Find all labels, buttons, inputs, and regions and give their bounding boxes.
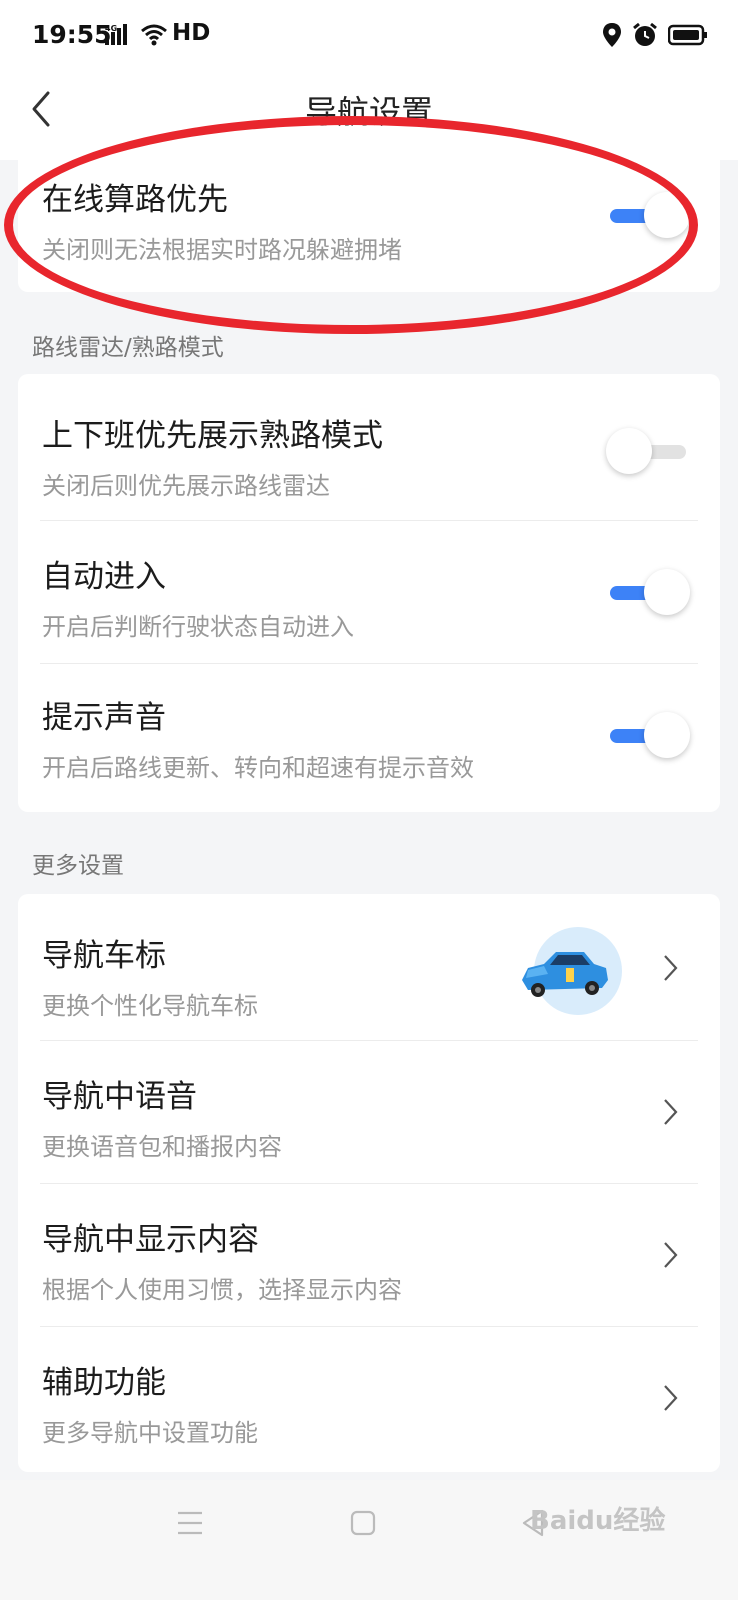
chevron-right-icon (664, 1099, 678, 1125)
nav-car-icon-subtitle: 更换个性化导航车标 (42, 992, 258, 1020)
online-route-row[interactable]: 在线算路优先 关闭则无法根据实时路况躲避拥堵 (18, 152, 720, 292)
network-type: 4G (105, 24, 117, 33)
signal-icon: 4G (105, 23, 131, 51)
radar-section-label: 路线雷达/熟路模式 (32, 335, 224, 361)
accessibility-subtitle: 更多导航中设置功能 (42, 1419, 258, 1447)
auto-enter-title: 自动进入 (42, 559, 166, 595)
online-route-title: 在线算路优先 (42, 182, 228, 218)
auto-enter-toggle[interactable] (606, 569, 690, 617)
hd-indicator: HD (172, 20, 211, 46)
nav-voice-subtitle: 更换语音包和播报内容 (42, 1133, 282, 1161)
nav-car-icon-row[interactable]: 导航车标 更换个性化导航车标 (18, 894, 720, 1040)
nav-car-icon-title: 导航车标 (42, 938, 166, 974)
nav-display-title: 导航中显示内容 (42, 1222, 259, 1258)
page-title: 导航设置 (304, 93, 433, 131)
watermark: Baidu经验 (530, 1506, 666, 1536)
radar-card: 上下班优先展示熟路模式 关闭后则优先展示路线雷达 自动进入 开启后判断行驶状态自… (18, 374, 720, 812)
alarm-icon (633, 22, 657, 46)
prompt-sound-title: 提示声音 (42, 700, 166, 736)
nav-display-row[interactable]: 导航中显示内容 根据个人使用习惯，选择显示内容 (18, 1184, 720, 1326)
home-icon[interactable] (350, 1510, 376, 1536)
battery-icon (668, 24, 707, 46)
commute-familiar-toggle[interactable] (606, 428, 690, 476)
commute-familiar-row[interactable]: 上下班优先展示熟路模式 关闭后则优先展示路线雷达 (18, 374, 720, 520)
nav-display-subtitle: 根据个人使用习惯，选择显示内容 (42, 1276, 402, 1304)
nav-voice-row[interactable]: 导航中语音 更换语音包和播报内容 (18, 1041, 720, 1183)
status-right-icons (602, 22, 708, 48)
nav-voice-title: 导航中语音 (42, 1079, 197, 1115)
accessibility-title: 辅助功能 (42, 1365, 166, 1401)
prompt-sound-toggle[interactable] (606, 712, 690, 760)
commute-familiar-subtitle: 关闭后则优先展示路线雷达 (42, 472, 330, 500)
chevron-right-icon (664, 955, 678, 981)
auto-enter-row[interactable]: 自动进入 开启后判断行驶状态自动进入 (18, 521, 720, 663)
prompt-sound-subtitle: 开启后路线更新、转向和超速有提示音效 (42, 754, 474, 782)
more-settings-card: 导航车标 更换个性化导航车标 导航中语音 更换语音包和播报内容 导航中显示内容 … (18, 894, 720, 1472)
auto-enter-subtitle: 开启后判断行驶状态自动进入 (42, 613, 354, 641)
online-route-card: 在线算路优先 关闭则无法根据实时路况躲避拥堵 (18, 152, 720, 292)
accessibility-row[interactable]: 辅助功能 更多导航中设置功能 (18, 1327, 720, 1472)
status-time: 19:55 (32, 20, 112, 49)
more-section-label: 更多设置 (32, 853, 124, 879)
commute-familiar-title: 上下班优先展示熟路模式 (42, 418, 383, 454)
wifi-icon (140, 24, 168, 50)
header: 导航设置 (0, 75, 738, 160)
menu-icon[interactable] (176, 1510, 204, 1536)
location-icon (603, 23, 621, 47)
online-route-subtitle: 关闭则无法根据实时路况躲避拥堵 (42, 236, 402, 264)
system-nav-bar (0, 1480, 738, 1600)
prompt-sound-row[interactable]: 提示声音 开启后路线更新、转向和超速有提示音效 (18, 664, 720, 812)
status-bar: 19:55 4G HD (0, 0, 738, 75)
car-icon (522, 952, 608, 997)
chevron-right-icon (664, 1242, 678, 1268)
online-route-toggle[interactable] (606, 192, 690, 240)
chevron-right-icon (664, 1385, 678, 1411)
